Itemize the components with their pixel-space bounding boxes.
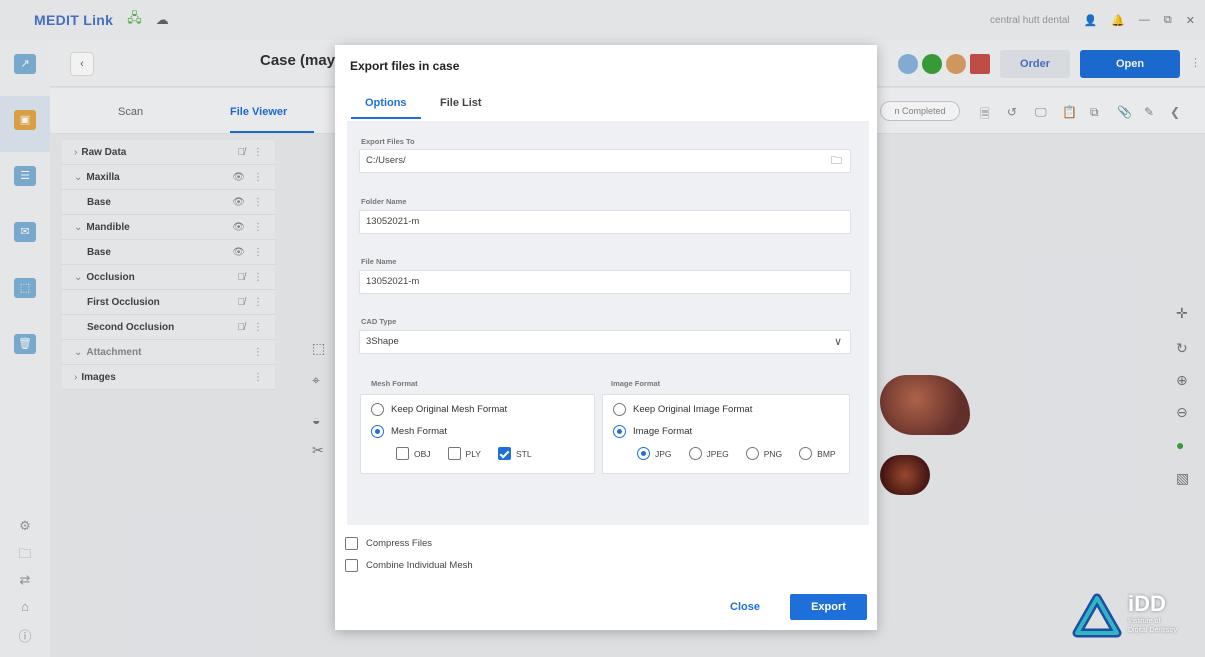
bmp-label: BMP [817,448,836,459]
image-format-label: Image Format [611,379,661,388]
image-format-radio[interactable] [613,425,626,438]
file-name-field[interactable]: 13052021-m [359,270,851,294]
image-format-option-label: Image Format [633,426,693,437]
obj-option[interactable]: OBJ [396,447,431,460]
file-name-label: File Name [361,257,397,266]
watermark-line2: Digital Dentistry [1128,627,1178,634]
folder-icon[interactable]: 🗀 [831,150,842,172]
stl-option[interactable]: STL [497,447,532,460]
file-name-value: 13052021-m [366,276,420,287]
folder-name-field[interactable]: 13052021-m [359,210,851,234]
png-radio[interactable] [745,447,759,460]
compress-files-checkbox[interactable] [345,537,358,550]
mesh-format-option[interactable]: Mesh Format [371,425,447,438]
tab-underline [351,117,421,119]
jpeg-option[interactable]: JPEG [688,447,729,460]
png-label: PNG [763,448,783,459]
combine-mesh-label: Combine Individual Mesh [366,560,473,571]
folder-name-value: 13052021-m [366,216,420,227]
jpg-label: JPG [655,448,672,459]
export-to-field[interactable]: C:/Users/ 🗀 [359,149,851,173]
cad-type-value: 3Shape [366,336,399,347]
image-type-options: JPG JPEG PNG BMP [637,447,846,460]
export-button[interactable]: Export [790,594,867,620]
png-option[interactable]: PNG [745,447,783,460]
stl-checkbox[interactable] [497,447,511,460]
watermark-line1: Institute of [1128,618,1161,625]
ply-option[interactable]: PLY [447,447,481,460]
mesh-format-radio[interactable] [371,425,384,438]
tab-options[interactable]: Options [365,97,407,109]
compress-files-label: Compress Files [366,538,432,549]
export-dialog: Export files in case Options File List E… [335,45,877,630]
tab-file-list[interactable]: File List [440,97,482,109]
image-keep-radio[interactable] [613,403,626,416]
mesh-keep-label: Keep Original Mesh Format [391,404,508,415]
close-button[interactable]: Close [725,595,765,619]
bmp-radio[interactable] [799,447,813,460]
obj-checkbox[interactable] [396,447,409,460]
combine-mesh-checkbox[interactable] [345,559,358,572]
image-keep-option[interactable]: Keep Original Image Format [613,403,752,416]
cad-type-select[interactable]: 3Shape ∨ [359,330,851,354]
export-to-value: C:/Users/ [366,155,406,166]
combine-mesh-option[interactable]: Combine Individual Mesh [345,559,473,572]
cad-type-label: CAD Type [361,317,397,326]
compress-files-option[interactable]: Compress Files [345,537,432,550]
mesh-format-option-label: Mesh Format [391,426,447,437]
ply-checkbox[interactable] [447,447,461,460]
mesh-keep-radio[interactable] [371,403,384,416]
stl-label: STL [515,448,532,459]
chevron-down-icon: ∨ [833,336,842,348]
folder-name-label: Folder Name [361,197,407,206]
watermark-text: iDD [1128,591,1166,616]
export-to-label: Export Files To [361,137,415,146]
ply-label: PLY [465,448,481,459]
watermark-logo: iDD Institute of Digital Dentistry [1070,585,1195,645]
jpg-option[interactable]: JPG [637,447,672,460]
image-format-option[interactable]: Image Format [613,425,692,438]
jpeg-label: JPEG [706,448,729,459]
obj-label: OBJ [414,448,431,459]
mesh-format-label: Mesh Format [371,379,418,388]
jpg-radio[interactable] [637,447,650,460]
mesh-type-options: OBJ PLY STL [396,447,542,460]
idd-logo-icon [1072,593,1122,638]
mesh-keep-option[interactable]: Keep Original Mesh Format [371,403,507,416]
dialog-title: Export files in case [350,59,460,73]
bmp-option[interactable]: BMP [799,447,836,460]
image-keep-label: Keep Original Image Format [633,404,753,415]
jpeg-radio[interactable] [688,447,702,460]
